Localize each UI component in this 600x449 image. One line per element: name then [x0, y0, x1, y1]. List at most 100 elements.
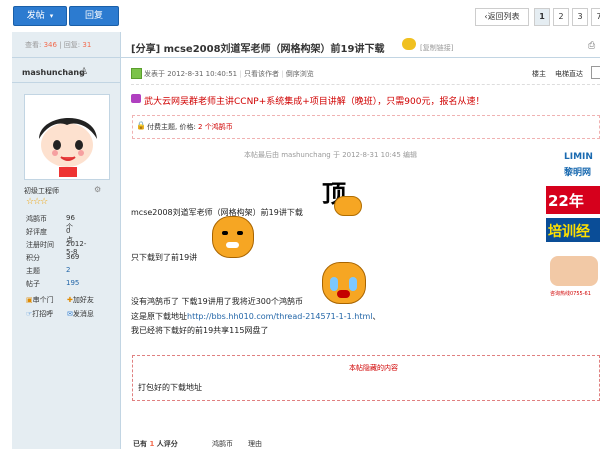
floor-label: 楼主 — [532, 70, 546, 78]
field-posts: 帖子 195 — [26, 279, 79, 289]
title-divider — [121, 57, 600, 58]
tiger-mouth — [337, 290, 350, 298]
message-label: 发消息 — [72, 310, 94, 318]
paid-price: 2 个鸿鹄币 — [198, 123, 233, 131]
reply-button[interactable]: 回复 — [69, 6, 119, 26]
floor-jump-input[interactable] — [591, 66, 600, 79]
rating-suffix: 人评分 — [156, 440, 178, 448]
content-line-2: 只下载到了前19讲 — [131, 253, 198, 262]
download-link[interactable]: http://bbs.hh010.com/thread-214571-1-1.h… — [187, 312, 372, 321]
page-last[interactable]: 7 — [591, 8, 600, 26]
stats-separator: | — [59, 41, 62, 49]
side-ad-people-icon — [550, 256, 598, 286]
post-button[interactable]: 发帖 ▾ — [13, 6, 67, 26]
ad-icon — [131, 94, 141, 103]
sidebar-divider-2 — [12, 82, 120, 83]
views-label: 查看: — [25, 41, 42, 49]
tiger-crying-icon — [322, 262, 366, 304]
only-author-link[interactable]: 只看该作者 — [244, 70, 279, 78]
thread-stats: 查看: 346 | 回复: 31 — [25, 40, 91, 50]
rating-count: 1 — [149, 440, 155, 448]
field-label: 主题 — [26, 267, 40, 275]
field-registered: 注册时间 2012-5-8 — [26, 240, 86, 256]
content-line-4-prefix: 这是原下载地址 — [131, 312, 187, 321]
page-1[interactable]: 1 — [534, 8, 550, 26]
direct-label: 电梯直达 — [555, 70, 583, 78]
replies-label: 回复: — [63, 41, 81, 49]
side-ad[interactable]: LIMIN 黎明网 22年 培训经 咨询热线0755-61 — [544, 148, 600, 305]
visit-label: 串个门 — [32, 296, 54, 304]
field-value-link[interactable]: 195 — [66, 279, 79, 287]
back-to-list-button[interactable]: ‹返回列表 — [475, 8, 529, 26]
greet-button[interactable]: ☞打招呼 — [26, 309, 53, 319]
field-rating: 好评度 0 点 — [26, 227, 73, 244]
reverse-order-link[interactable]: 倒序浏览 — [286, 70, 314, 78]
field-value-link[interactable]: 2 — [66, 266, 70, 274]
avatar-cartoon-icon — [39, 117, 97, 177]
paid-topic-info: 付费主题, 价格: 2 个鸿鹄币 — [147, 122, 233, 132]
hidden-content-box — [132, 355, 600, 401]
content-line-4: 这是原下载地址http://bbs.hh010.com/thread-21457… — [131, 311, 380, 322]
avatar[interactable] — [24, 94, 110, 180]
side-ad-course: 培训经 — [548, 224, 590, 240]
side-ad-brand-cn: 黎明网 — [564, 168, 592, 178]
post-button-label: 发帖 — [26, 11, 45, 21]
post-date: 发表于 2012-8-31 10:40:51 — [144, 70, 238, 78]
meta-sep: | — [239, 70, 242, 78]
tiger-ding-icon: 顶 — [320, 176, 364, 216]
side-ad-brand: LIMIN — [564, 152, 593, 162]
side-ad-year: 22年 — [548, 192, 584, 210]
rank-stars-icon: ☆☆☆ — [26, 197, 48, 207]
meta-sep: | — [281, 70, 284, 78]
side-ad-phone: 咨询热线0755-61 — [550, 291, 591, 297]
online-icon — [131, 68, 142, 79]
tiger-face — [334, 196, 362, 216]
greet-label: 打招呼 — [32, 310, 54, 318]
tiger-mouth — [226, 242, 239, 248]
thread-title: [分享] mcse2008刘道军老师（网格构架）前19讲下载 — [131, 44, 385, 55]
replies-count: 31 — [82, 41, 92, 49]
home-icon: ▣ — [26, 296, 33, 304]
field-label: 帖子 — [26, 280, 40, 288]
tiger-eye — [237, 231, 243, 235]
content-line-4-suffix: 、 — [372, 312, 381, 321]
field-label: 注册时间 — [26, 241, 54, 249]
author-rank: 初级工程师 — [24, 187, 59, 195]
field-value: 369 — [66, 253, 80, 261]
post-meta: 发表于 2012-8-31 10:40:51 | 只看该作者 | 倒序浏览 — [144, 69, 314, 79]
views-count: 346 — [43, 41, 57, 49]
tiger-eye — [222, 231, 228, 235]
tiger-tear — [330, 277, 338, 291]
meta-divider — [131, 84, 600, 85]
rank-icon: ⚙ — [94, 185, 102, 194]
paid-label: 付费主题, 价格: — [147, 123, 199, 131]
message-button[interactable]: ✉发消息 — [67, 309, 94, 319]
ad-link[interactable]: 武大云网吴群老师主讲CCNP+系统集成+项目讲解（晚班），只需900元，报名从速… — [144, 94, 485, 107]
field-topics: 主题 2 — [26, 266, 70, 276]
add-friend-button[interactable]: ✚加好友 — [67, 295, 94, 305]
content-line-5: 我已经将下载好的前19共享115网盘了 — [131, 326, 269, 335]
tiger-tear — [349, 277, 357, 291]
chevron-down-icon: ▾ — [49, 12, 54, 20]
hidden-content-title: 本帖隐藏的内容 — [349, 364, 398, 372]
rating-prefix: 已有 — [133, 440, 147, 448]
user-status-icon: ♙ — [80, 67, 89, 77]
content-line-3: 没有鸿鹄币了 下载19讲用了我将近300个鸿鹄币 — [131, 297, 303, 306]
page-2[interactable]: 2 — [553, 8, 569, 26]
content-line-1: mcse2008刘道军老师（网格构架）前19讲下载 — [131, 208, 303, 217]
field-coins: 鸿鹄币 96 个 — [26, 214, 75, 231]
field-label: 好评度 — [26, 228, 47, 236]
rating-summary: 已有 1 人评分 — [133, 439, 178, 449]
print-icon[interactable]: ⎙ — [588, 41, 595, 51]
edit-note: 本帖最后由 mashunchang 于 2012-8-31 10:45 编辑 — [244, 151, 418, 159]
copy-link[interactable]: [复制链接] — [420, 43, 453, 53]
field-label: 鸿鹄币 — [26, 215, 47, 223]
author-username[interactable]: mashunchang — [22, 68, 85, 77]
lock-icon: 🔒 — [136, 121, 146, 130]
back-to-list-label: 返回列表 — [487, 12, 520, 21]
field-label: 积分 — [26, 254, 40, 262]
visit-button[interactable]: ▣串个门 — [26, 295, 54, 305]
page-3[interactable]: 3 — [572, 8, 588, 26]
sidebar-divider — [12, 57, 120, 58]
rating-col-reason: 理由 — [248, 440, 262, 448]
